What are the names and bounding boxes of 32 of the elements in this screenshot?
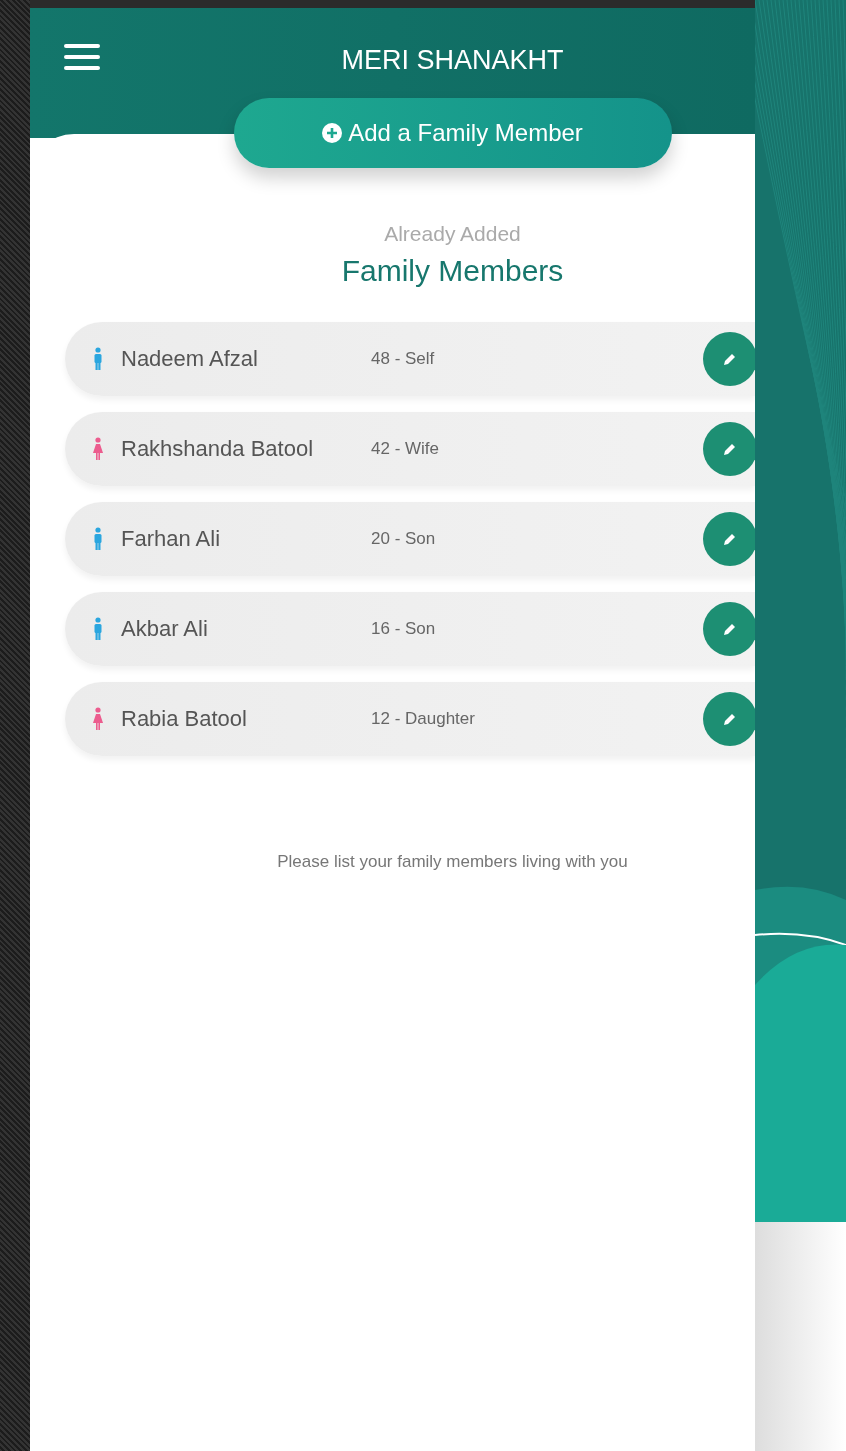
section-subtitle: Already Added (384, 222, 521, 246)
edit-button[interactable] (703, 422, 755, 476)
pencil-icon (722, 441, 738, 457)
member-row[interactable]: Akbar Ali 16 - Son (65, 592, 755, 666)
hint-text: Please list your family members living with you (277, 852, 628, 872)
edit-button[interactable] (703, 692, 755, 746)
member-row[interactable]: Rabia Batool 12 - Daughter (65, 682, 755, 756)
member-detail: 42 - Wife (371, 439, 441, 459)
member-detail: 20 - Son (371, 529, 437, 549)
member-detail: 48 - Self (371, 349, 436, 369)
pencil-icon (722, 711, 738, 727)
app-title: MERI SHANAKHT (341, 44, 564, 77)
edit-button[interactable] (703, 512, 755, 566)
member-row[interactable]: Farhan Ali 20 - Son (65, 502, 755, 576)
pencil-icon (722, 621, 738, 637)
member-detail: 12 - Daughter (371, 709, 476, 729)
member-row[interactable]: Nadeem Afzal 48 - Self (65, 322, 755, 396)
member-row[interactable]: Rakhshanda Batool 42 - Wife (65, 412, 755, 486)
pencil-icon (722, 531, 738, 547)
member-detail: 16 - Son (371, 619, 437, 639)
plus-circle-icon (322, 123, 343, 143)
add-member-button[interactable]: Add a Family Member (233, 98, 672, 168)
member-name: Farhan Ali (121, 526, 222, 552)
member-name: Akbar Ali (121, 616, 209, 642)
member-name: Nadeem Afzal (121, 346, 259, 372)
section-title: Family Members (341, 254, 564, 288)
menu-icon[interactable] (64, 44, 100, 70)
member-name: Rakhshanda Batool (121, 436, 315, 462)
pencil-icon (722, 351, 738, 367)
edit-button[interactable] (703, 602, 755, 656)
edit-button[interactable] (703, 332, 755, 386)
member-name: Rabia Batool (121, 706, 248, 732)
